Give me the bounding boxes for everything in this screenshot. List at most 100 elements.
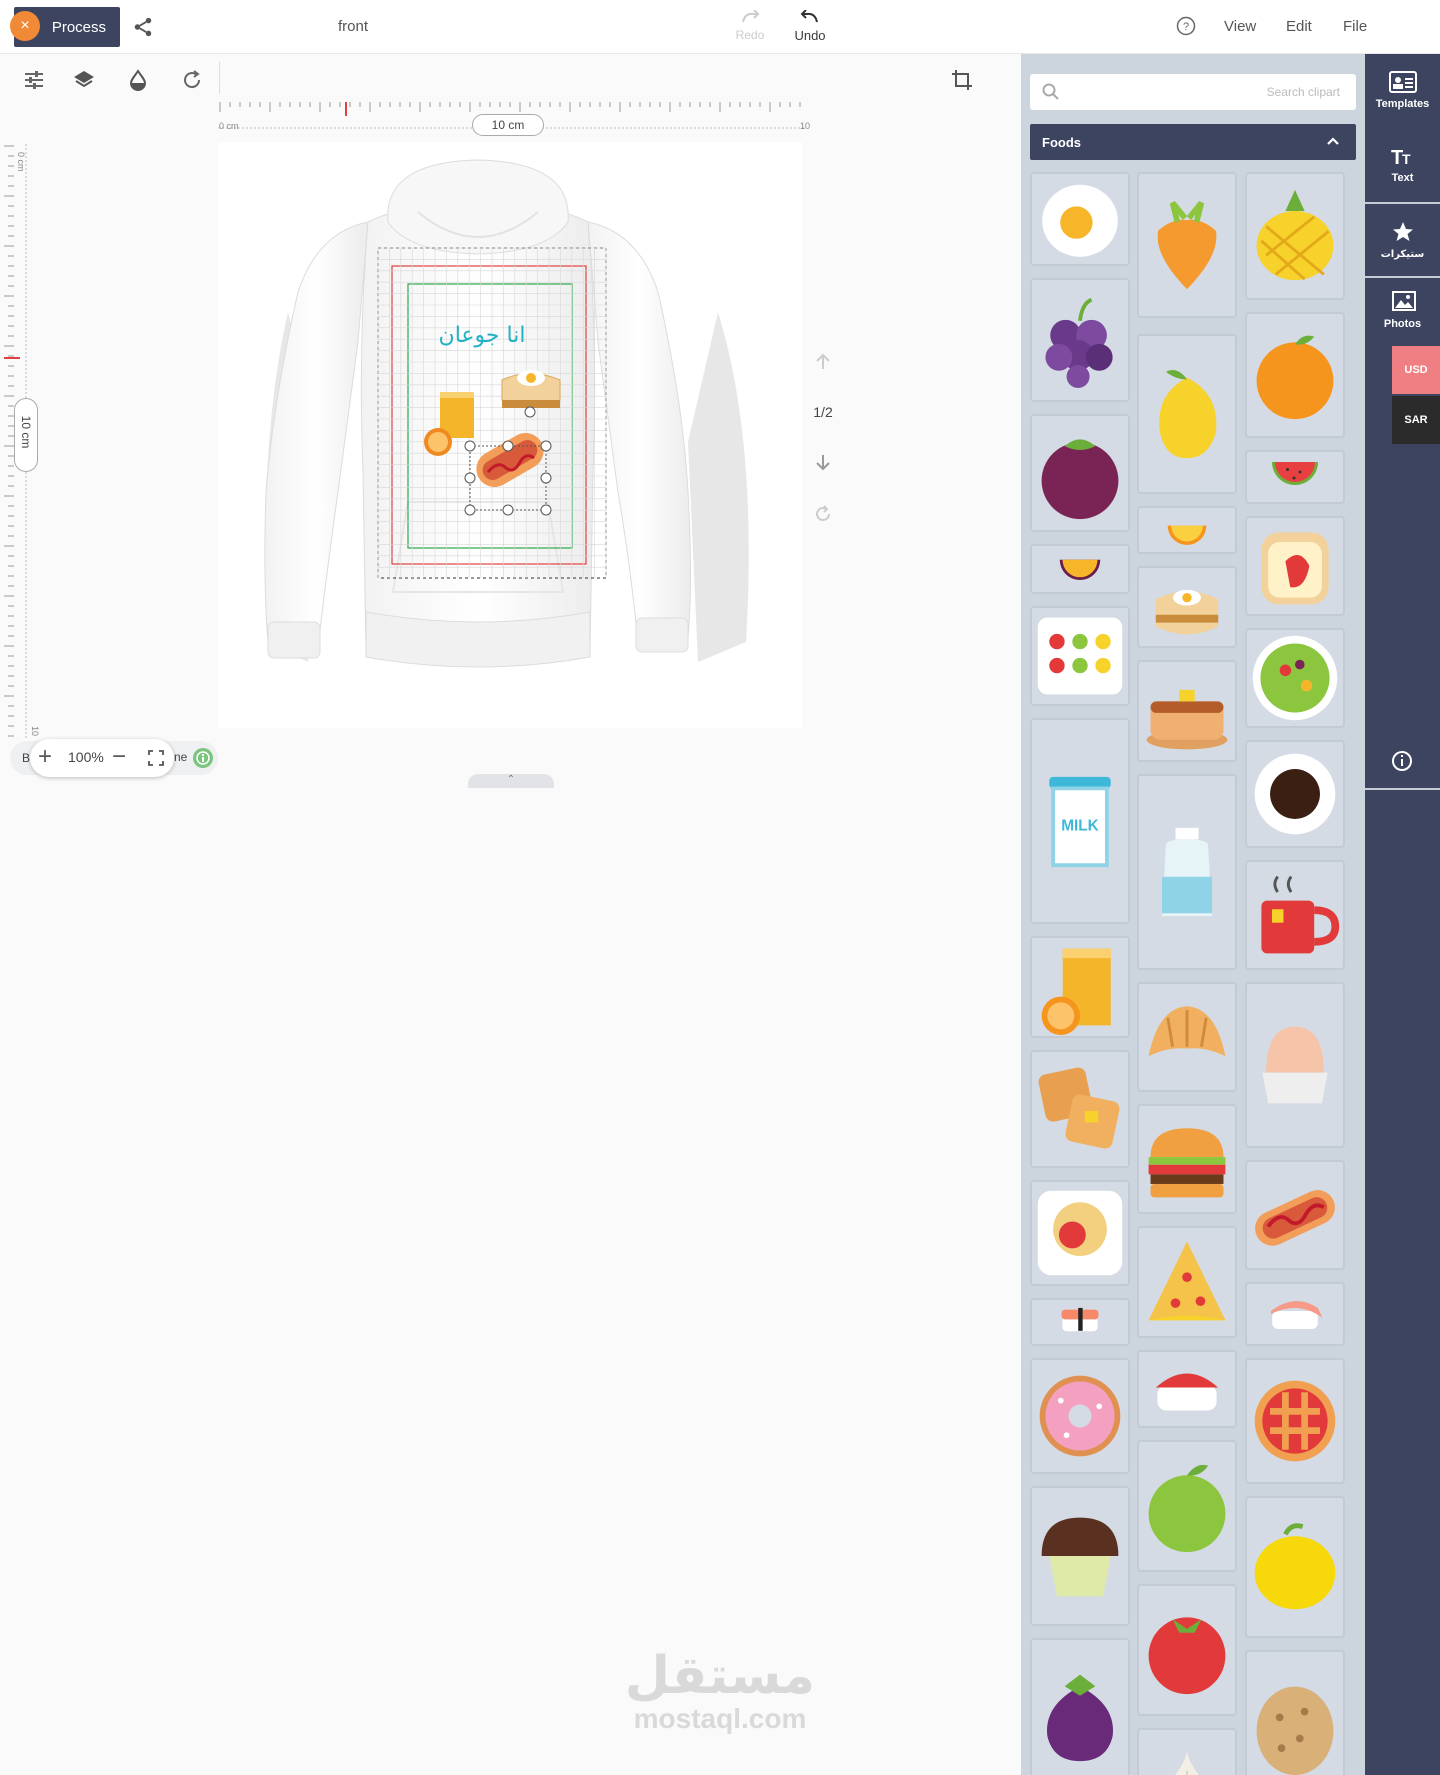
move-down-icon[interactable]	[808, 452, 838, 475]
lemon-slice-icon[interactable]	[1137, 506, 1237, 554]
hotdog-icon[interactable]	[1245, 1160, 1345, 1270]
rail-stickers[interactable]: ستيكرات	[1365, 220, 1440, 260]
zoom-left-fragment: B	[22, 751, 31, 765]
ruler-v-end: 10	[30, 726, 40, 737]
garlic-icon[interactable]	[1137, 1728, 1237, 1775]
zoom-out-icon[interactable]: −	[112, 743, 126, 771]
adjust-icon[interactable]	[22, 68, 46, 92]
top-bar: Process × front Redo Undo ? View Edit Fi…	[0, 0, 1440, 54]
info-green-icon[interactable]	[192, 747, 214, 769]
tomato-icon[interactable]	[1137, 1584, 1237, 1716]
orange-icon[interactable]	[1245, 312, 1345, 438]
sushi-shrimp-icon[interactable]	[1245, 1282, 1345, 1346]
green-apple-icon[interactable]	[1137, 1440, 1237, 1572]
layers-icon[interactable]	[72, 68, 96, 92]
zoom-controls: + 100% −	[30, 739, 174, 777]
egg-sandwich-icon[interactable]	[1137, 566, 1237, 648]
mango-icon[interactable]	[1137, 334, 1237, 494]
right-rail: Templates TT Text ستيكرات Photos	[1365, 54, 1440, 1775]
sushi-salmon-icon[interactable]	[1030, 1298, 1130, 1346]
redo-button[interactable]: Redo	[730, 10, 770, 42]
rail-text[interactable]: TT Text	[1365, 144, 1440, 184]
menu-view[interactable]: View	[1224, 18, 1256, 35]
rotate-icon[interactable]	[808, 504, 838, 527]
pineapple-icon[interactable]	[1245, 172, 1345, 300]
zoom-in-icon[interactable]: +	[38, 743, 52, 771]
info-icon[interactable]	[1391, 750, 1413, 772]
text-icon: TT	[1391, 147, 1411, 168]
watermark-latin: mostaql.com	[633, 1703, 807, 1734]
clipart-search	[1030, 74, 1356, 110]
potato-icon[interactable]	[1245, 1650, 1345, 1775]
grapes-icon[interactable]	[1030, 278, 1130, 402]
collapse-tab[interactable]: ⌃	[468, 774, 554, 788]
svg-text:T: T	[1402, 151, 1411, 167]
hoodie-product: انا جوعان	[264, 159, 749, 668]
ruler-v-measure: 10 cm	[14, 398, 38, 472]
muffin-icon[interactable]	[1030, 1486, 1130, 1626]
reset-icon[interactable]	[180, 68, 204, 92]
zoom-value: 100%	[68, 749, 104, 765]
ruler-h-measure: 10 cm	[472, 114, 544, 136]
chevron-up-icon: ⌃	[506, 774, 516, 785]
watermelon-icon[interactable]	[1245, 450, 1345, 504]
design-arabic-text[interactable]: انا جوعان	[439, 323, 526, 348]
donut-icon[interactable]	[1030, 1358, 1130, 1474]
help-icon[interactable]: ?	[1176, 16, 1196, 36]
toolbar-divider	[219, 62, 220, 94]
watermark-arabic: مستقل	[624, 1646, 816, 1706]
passion-fruit-icon[interactable]	[1030, 544, 1130, 594]
side-name[interactable]: front	[338, 18, 368, 35]
boiled-egg-icon[interactable]	[1245, 982, 1345, 1148]
rail-photos-label: Photos	[1383, 318, 1422, 330]
pizza-icon[interactable]	[1137, 1226, 1237, 1338]
lemon-icon[interactable]	[1245, 1496, 1345, 1638]
ruler-h-start: 0 cm	[219, 121, 239, 131]
category-dropdown[interactable]: Foods	[1030, 124, 1356, 160]
spaghetti-icon[interactable]	[1030, 1180, 1130, 1286]
pancakes-icon[interactable]	[1137, 660, 1237, 762]
eggplant-icon[interactable]	[1030, 1638, 1130, 1775]
salad-icon[interactable]	[1245, 628, 1345, 728]
pie-icon[interactable]	[1245, 1358, 1345, 1484]
carrot-icon[interactable]	[1137, 172, 1237, 318]
page-indicator: 1/2	[813, 404, 833, 420]
search-icon	[1042, 83, 1059, 100]
close-icon[interactable]: ×	[10, 11, 40, 41]
fill-drop-icon[interactable]	[126, 68, 150, 92]
search-input[interactable]	[1070, 74, 1340, 110]
burger-icon[interactable]	[1137, 1104, 1237, 1214]
coffee-icon[interactable]	[1245, 740, 1345, 848]
orange-juice-icon[interactable]	[1030, 936, 1130, 1038]
sushi-tuna-icon[interactable]	[1137, 1350, 1237, 1428]
design-canvas[interactable]: انا جوعان	[218, 142, 802, 728]
rail-photos[interactable]: Photos	[1365, 290, 1440, 330]
menu-file[interactable]: File	[1343, 18, 1367, 35]
tea-cup-icon[interactable]	[1245, 860, 1345, 970]
rail-templates[interactable]: Templates	[1365, 70, 1440, 110]
star-icon	[1392, 222, 1413, 241]
croissant-icon[interactable]	[1137, 982, 1237, 1092]
rail-separator	[1365, 276, 1440, 278]
egg-icon[interactable]	[1030, 172, 1130, 266]
undo-button[interactable]: Undo	[790, 10, 830, 43]
ruler-h-end: 10	[800, 121, 811, 131]
share-icon[interactable]	[132, 16, 154, 38]
toast-strawberry-icon[interactable]	[1245, 516, 1345, 616]
water-bottle-icon[interactable]	[1137, 774, 1237, 970]
menu-edit[interactable]: Edit	[1286, 18, 1312, 35]
rail-separator	[1365, 788, 1440, 790]
zoom-right-fragment: ne	[174, 750, 188, 764]
crop-icon[interactable]	[950, 68, 974, 92]
photos-icon	[1391, 291, 1416, 311]
redo-label: Redo	[735, 28, 765, 42]
waffles-icon[interactable]	[1030, 1050, 1130, 1168]
milk-icon[interactable]: MILK	[1030, 718, 1130, 924]
mangosteen-icon[interactable]	[1030, 414, 1130, 532]
fullscreen-icon[interactable]	[148, 750, 164, 766]
move-up-icon[interactable]	[808, 352, 838, 375]
currency-sar[interactable]: SAR	[1392, 396, 1440, 444]
currency-usd[interactable]: USD	[1392, 346, 1440, 394]
rail-stickers-label: ستيكرات	[1380, 249, 1425, 260]
fruit-box-icon[interactable]	[1030, 606, 1130, 706]
